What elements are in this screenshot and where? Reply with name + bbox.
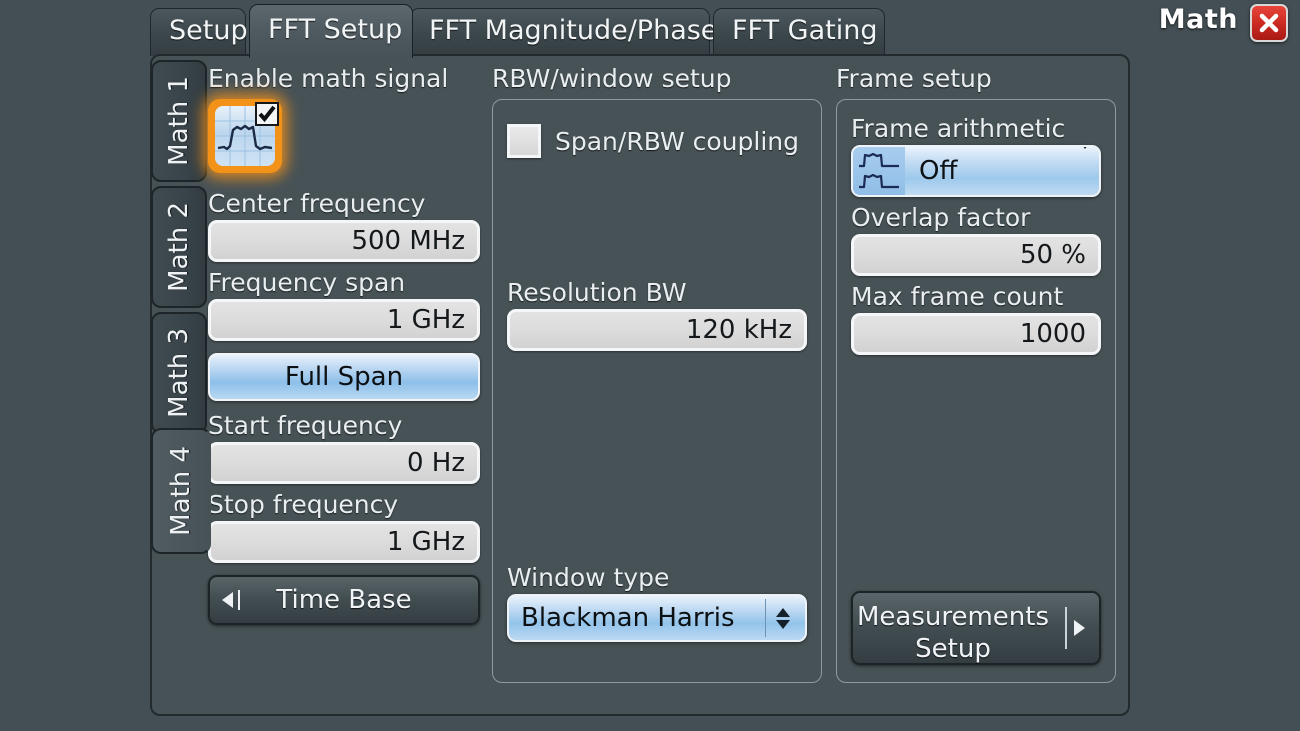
tab-setup-label: Setup	[169, 15, 248, 46]
tab-fft-setup-label: FFT Setup	[268, 14, 403, 45]
window-type-select[interactable]: Blackman Harris	[507, 594, 807, 642]
time-base-label: Time Base	[276, 585, 412, 615]
tab-fft-setup[interactable]: FFT Setup	[249, 4, 413, 58]
max-frame-count-input[interactable]: 1000	[851, 313, 1101, 355]
checkmark-icon	[258, 105, 276, 123]
overlap-factor-input[interactable]: 50 %	[851, 234, 1101, 276]
frame-arithmetic-label: Frame arithmetic	[851, 114, 1066, 143]
tab-bar: Setup FFT Setup FFT Magnitude/Phase FFT …	[0, 0, 1300, 58]
sidebar-item-math-3[interactable]: Math 3	[151, 312, 207, 434]
measurements-setup-line2: Setup	[915, 634, 991, 664]
sidebar-item-math-3-label: Math 3	[164, 328, 194, 418]
enable-math-signal-button[interactable]	[208, 99, 282, 173]
caret-left-icon	[222, 590, 240, 610]
math-tab-strip: Math 1 Math 2 Math 3 Math 4	[151, 56, 211, 714]
max-frame-count-label: Max frame count	[851, 282, 1064, 311]
measurements-setup-line1: Measurements	[856, 602, 1050, 632]
rbw-window-setup-groupbox: Span/RBW coupling Resolution BW 120 kHz …	[492, 99, 822, 683]
caret-right-icon	[1065, 607, 1085, 649]
center-frequency-label: Center frequency	[208, 189, 426, 218]
tab-fft-gating[interactable]: FFT Gating	[713, 8, 885, 56]
frame-setup-groupbox: Frame arithmetic Off Overlap factor 50 %	[836, 99, 1116, 683]
full-span-button[interactable]: Full Span	[208, 353, 480, 401]
frame-arithmetic-select[interactable]: Off	[851, 145, 1101, 197]
tab-fft-magnitude-phase[interactable]: FFT Magnitude/Phase	[410, 8, 717, 56]
sidebar-item-math-2[interactable]: Math 2	[151, 186, 207, 308]
sidebar-item-math-4-label: Math 4	[166, 446, 196, 536]
enable-math-signal-title: Enable math signal	[208, 64, 449, 93]
window-title: Math	[1158, 4, 1238, 35]
measurements-setup-button[interactable]: Measurements Setup	[851, 591, 1101, 665]
start-frequency-input[interactable]: 0 Hz	[208, 442, 480, 484]
window-type-label: Window type	[507, 563, 670, 592]
sidebar-item-math-4[interactable]: Math 4	[151, 428, 211, 554]
start-frequency-label: Start frequency	[208, 411, 403, 440]
tab-fft-magnitude-phase-label: FFT Magnitude/Phase	[429, 15, 718, 46]
span-rbw-coupling-label: Span/RBW coupling	[555, 126, 799, 156]
window-type-value: Blackman Harris	[521, 603, 735, 633]
resolution-bw-label: Resolution BW	[507, 278, 687, 307]
fft-setup-dialog: Math 1 Math 2 Math 3 Math 4 Enable math …	[150, 54, 1130, 716]
spinner-updown-icon[interactable]	[765, 599, 799, 637]
close-button[interactable]	[1250, 4, 1288, 42]
frame-arithmetic-value: Off	[919, 156, 958, 186]
frequency-span-label: Frequency span	[208, 268, 406, 297]
tab-setup[interactable]: Setup	[150, 8, 248, 56]
rbw-window-setup-column: RBW/window setup Span/RBW coupling Resol…	[492, 64, 822, 683]
dialog-content: Enable math signal Center frequency 500 …	[208, 64, 1128, 710]
time-base-button[interactable]: Time Base	[208, 575, 480, 625]
enable-checkbox[interactable]	[255, 102, 279, 126]
sidebar-item-math-1[interactable]: Math 1	[151, 60, 207, 182]
close-x-icon	[1259, 13, 1279, 33]
caret-down-icon[interactable]	[1077, 147, 1093, 179]
rbw-window-setup-title: RBW/window setup	[492, 64, 732, 93]
tab-fft-gating-label: FFT Gating	[732, 15, 878, 46]
span-rbw-coupling-checkbox[interactable]	[507, 124, 541, 158]
center-frequency-input[interactable]: 500 MHz	[208, 220, 480, 262]
resolution-bw-input[interactable]: 120 kHz	[507, 309, 807, 351]
span-rbw-coupling-row[interactable]: Span/RBW coupling	[507, 124, 807, 158]
sidebar-item-math-1-label: Math 1	[164, 76, 194, 166]
frequency-span-input[interactable]: 1 GHz	[208, 299, 480, 341]
dual-pulse-waveform-icon	[853, 147, 905, 195]
sidebar-item-math-2-label: Math 2	[164, 202, 194, 292]
stop-frequency-input[interactable]: 1 GHz	[208, 521, 480, 563]
overlap-factor-label: Overlap factor	[851, 203, 1031, 232]
stop-frequency-label: Stop frequency	[208, 490, 399, 519]
frame-setup-title: Frame setup	[836, 64, 992, 93]
enable-math-signal-column: Enable math signal Center frequency 500 …	[208, 64, 480, 625]
frame-setup-column: Frame setup Frame arithmetic Off Overlap…	[836, 64, 1116, 683]
